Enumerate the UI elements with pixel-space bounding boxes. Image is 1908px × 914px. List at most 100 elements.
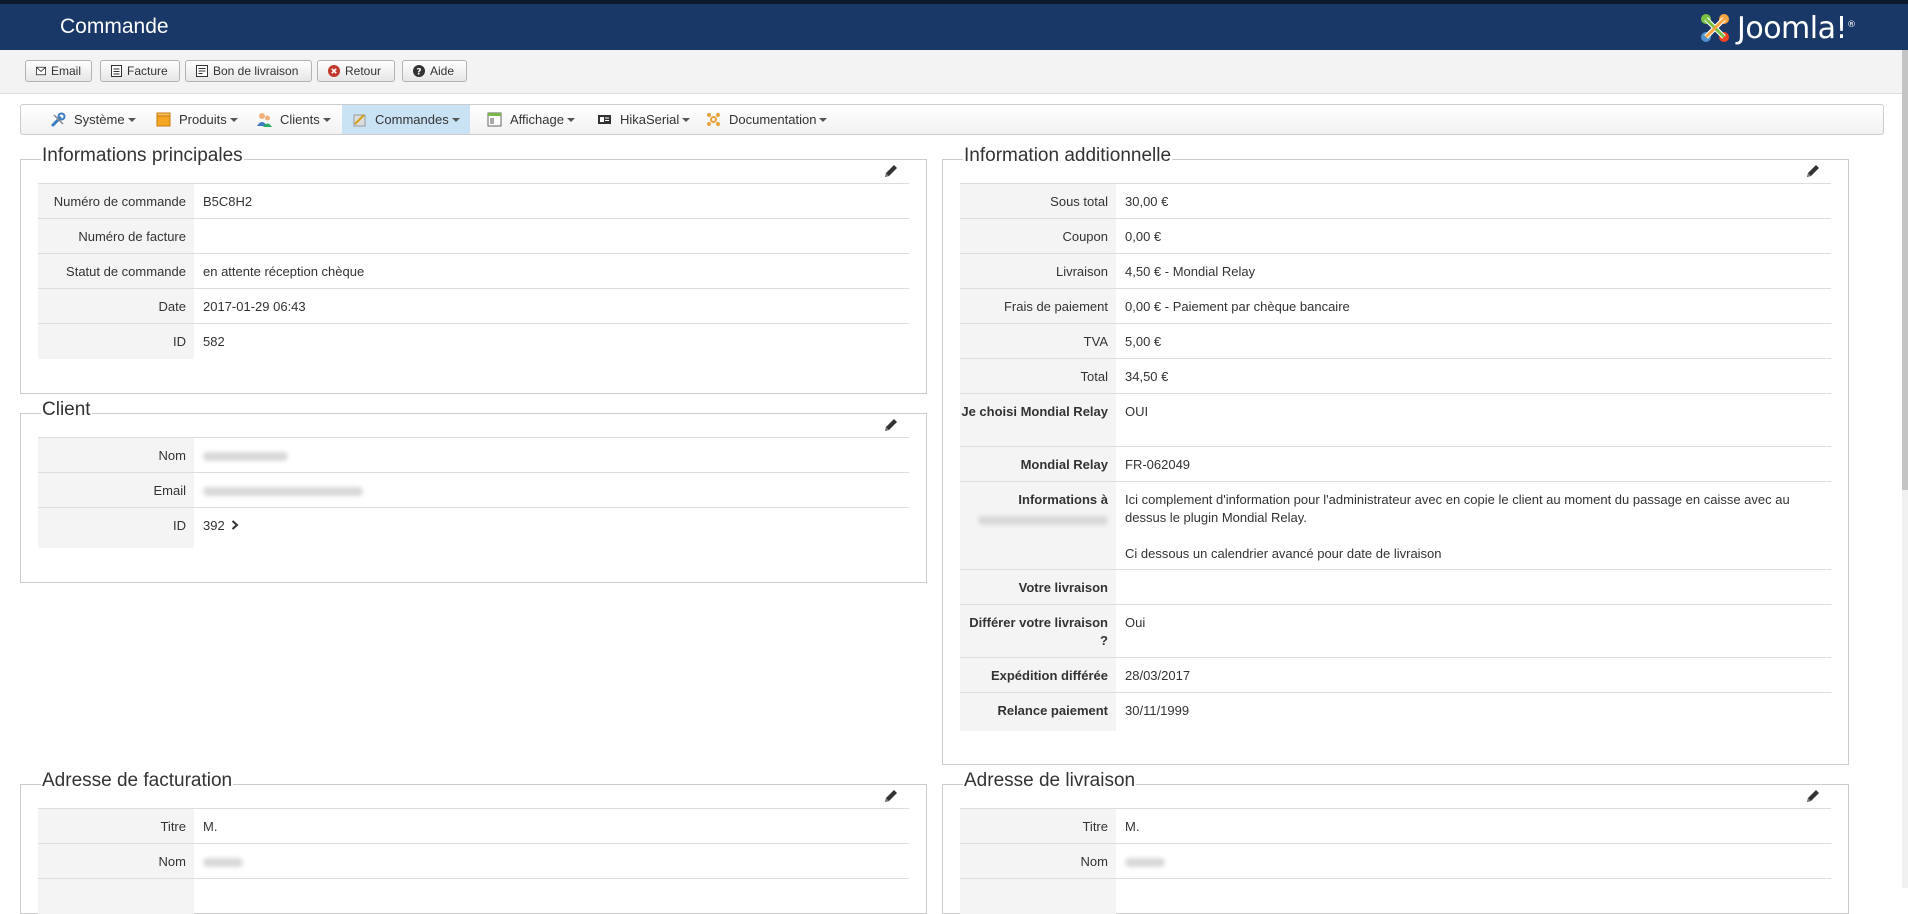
field-label: Numéro de commande	[38, 184, 194, 219]
help-button[interactable]: ? Aide	[402, 60, 467, 82]
chevron-down-icon	[451, 117, 460, 122]
docs-icon	[707, 113, 720, 126]
table-row: Expédition différée 28/03/2017	[960, 657, 1831, 693]
page-title: Commande	[60, 15, 169, 38]
svg-text:?: ?	[416, 67, 421, 77]
table-row: Votre livraison	[960, 569, 1831, 605]
field-label: Titre	[960, 809, 1116, 844]
field-label: Date	[38, 289, 194, 324]
redacted-text	[978, 516, 1108, 526]
table-row: Je choisi Mondial Relay OUI	[960, 393, 1831, 447]
chevron-down-icon	[127, 117, 136, 122]
edit-pencil-icon[interactable]	[883, 417, 899, 433]
field-value: OUI	[1125, 404, 1149, 419]
field-value: 30,00 €	[1125, 194, 1169, 209]
scrollbar[interactable]	[1902, 50, 1908, 888]
table-row: Nom	[960, 843, 1831, 879]
field-label: Total	[960, 359, 1116, 394]
field-value	[194, 879, 909, 914]
table-row: Date 2017-01-29 06:43	[38, 288, 909, 324]
field-label: Votre livraison	[960, 570, 1116, 605]
edit-pencil-icon[interactable]	[883, 788, 899, 804]
field-label: Email	[38, 473, 194, 508]
field-label: Expédition différée	[960, 658, 1116, 693]
field-label: Numéro de facture	[38, 219, 194, 254]
table-row: Sous total 30,00 €	[960, 183, 1831, 219]
field-value: Oui	[1125, 615, 1146, 630]
field-value: 0,00 €	[1125, 229, 1162, 244]
delivery-slip-button[interactable]: Bon de livraison	[185, 60, 312, 82]
field-label: Statut de commande	[38, 254, 194, 289]
menu-item-documentation-label: Documentation	[729, 112, 817, 127]
redacted-text	[203, 452, 288, 462]
field-value	[1116, 879, 1831, 914]
field-label: Je choisi Mondial Relay	[960, 394, 1116, 447]
menu-item-display[interactable]: Affichage	[477, 105, 585, 134]
field-label: TVA	[960, 324, 1116, 359]
return-button[interactable]: Retour	[317, 60, 395, 82]
field-value	[194, 844, 909, 879]
client-panel: Client Nom Email ID 392	[20, 399, 927, 583]
menu-item-orders-label: Commandes	[375, 112, 449, 127]
invoice-button[interactable]: Facture	[100, 60, 180, 82]
menu-item-clients-label: Clients	[280, 112, 320, 127]
field-label: Sous total	[960, 184, 1116, 219]
edit-pencil-icon[interactable]	[1805, 163, 1821, 179]
table-row: Statut de commande en attente réception c…	[38, 253, 909, 289]
field-value: 28/03/2017	[1125, 668, 1191, 683]
scrollbar-thumb[interactable]	[1902, 50, 1908, 490]
joomla-logo[interactable]: Joomla!®	[1697, 8, 1856, 48]
field-label	[960, 879, 1116, 914]
field-value: 392	[194, 508, 909, 548]
invoice-icon	[111, 65, 122, 77]
field-value: M.	[203, 819, 218, 834]
shipping-address-title: Adresse de livraison	[963, 770, 1137, 792]
redacted-text	[1125, 858, 1165, 868]
chevron-down-icon	[229, 117, 238, 122]
email-button[interactable]: Email	[25, 60, 92, 82]
field-value	[1116, 844, 1831, 879]
field-value	[1116, 570, 1831, 605]
menu-item-products[interactable]: Produits	[146, 105, 248, 134]
field-label	[38, 879, 194, 914]
field-value: 2017-01-29 06:43	[203, 299, 306, 314]
menu-item-documentation[interactable]: Documentation	[696, 105, 837, 134]
table-row: Nom	[38, 437, 909, 473]
menu-item-hikaserial[interactable]: HikaSerial	[587, 105, 700, 134]
field-value: 0,00 € - Paiement par chèque bancaire	[1125, 299, 1350, 314]
chevron-down-icon	[819, 117, 828, 122]
field-value: en attente réception chèque	[203, 264, 365, 279]
redacted-text	[203, 487, 363, 497]
field-value: FR-062049	[1125, 457, 1191, 472]
main-info-title: Informations principales	[41, 145, 244, 167]
field-label: Titre	[38, 809, 194, 844]
menu-item-system-label: Système	[74, 112, 125, 127]
envelope-icon	[36, 66, 46, 76]
delivery-slip-button-label: Bon de livraison	[213, 64, 299, 78]
joomla-logo-icon	[1701, 14, 1729, 42]
chevron-right-icon[interactable]	[231, 520, 239, 530]
help-button-label: Aide	[430, 64, 455, 78]
menu-item-clients[interactable]: Clients	[247, 105, 341, 134]
main-info-panel: Informations principales Numéro de comma…	[20, 145, 927, 394]
menu-item-orders[interactable]: Commandes	[342, 105, 470, 134]
client-title: Client	[41, 399, 92, 421]
field-value: M.	[1125, 819, 1140, 834]
display-icon	[487, 112, 502, 127]
toolbar: Email Facture Bon de livraison Retour ? …	[0, 50, 1902, 94]
field-label: Nom	[960, 844, 1116, 879]
wrench-icon	[51, 112, 66, 127]
edit-pencil-icon[interactable]	[1805, 788, 1821, 804]
field-label: Frais de paiement	[960, 289, 1116, 324]
field-label: Informations à	[960, 482, 1116, 570]
table-row: Titre M.	[960, 808, 1831, 844]
header-bar: Commande Joomla!®	[0, 4, 1908, 50]
table-row: TVA 5,00 €	[960, 323, 1831, 359]
client-id-link[interactable]: 392	[203, 518, 225, 533]
menu-item-system[interactable]: Système	[41, 105, 146, 134]
edit-pencil-icon[interactable]	[883, 163, 899, 179]
table-row: Mondial Relay FR-062049	[960, 446, 1831, 482]
table-row: Numéro de facture	[38, 218, 909, 254]
field-value: 582	[203, 334, 225, 349]
menu-item-products-label: Produits	[179, 112, 227, 127]
